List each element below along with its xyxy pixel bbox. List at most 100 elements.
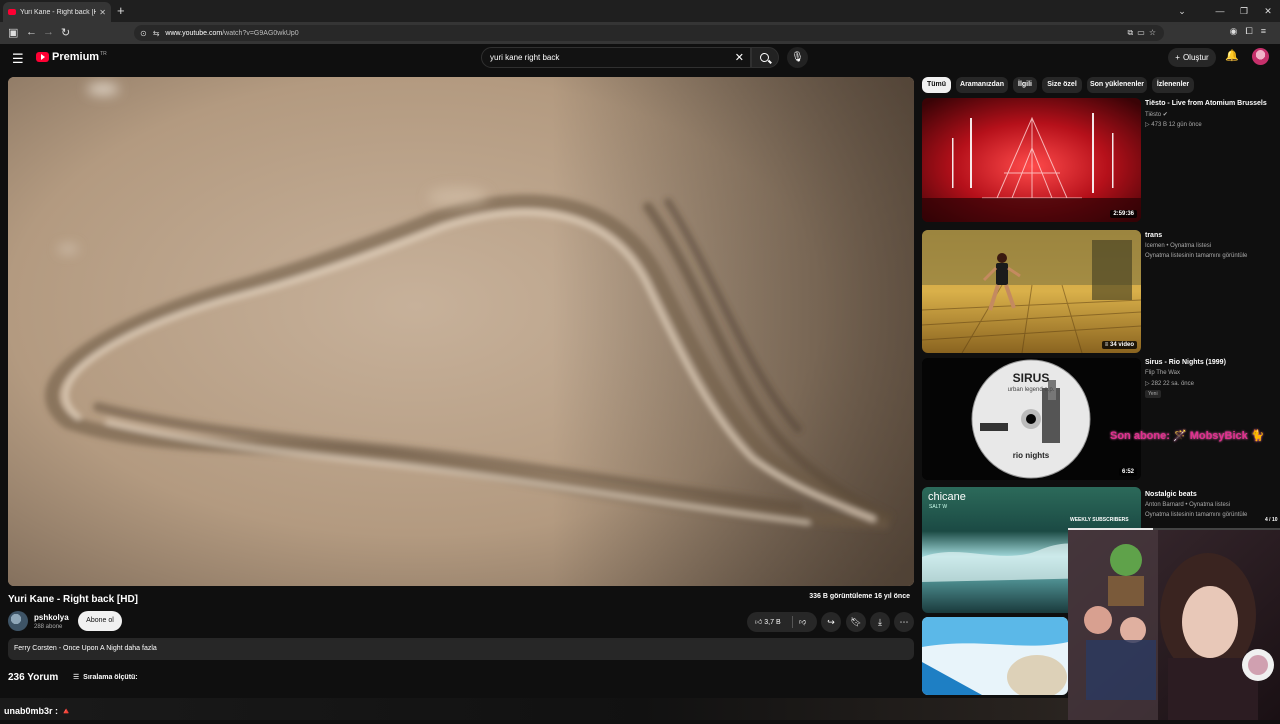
chip-for-you[interactable]: Size özel xyxy=(1042,77,1082,93)
rec-duration-3: 6:52 xyxy=(1118,468,1137,476)
rec-thumbnail-5[interactable] xyxy=(922,617,1068,695)
rec-channel-name-1: Tiësto xyxy=(1145,112,1162,118)
install-icon[interactable]: ⧉ xyxy=(1128,28,1138,37)
minimize-icon[interactable]: — xyxy=(1208,6,1232,16)
channel-name[interactable]: pshkolya xyxy=(34,613,69,622)
thumbnail-beach-image xyxy=(922,617,1068,695)
comments-count: 236 Yorum xyxy=(8,672,59,683)
chat-message: unab0mb3r : 🔺 xyxy=(4,706,72,716)
channel-avatar[interactable] xyxy=(8,611,28,631)
thumb-chicane-sub-text: SALT W xyxy=(929,504,947,510)
forward-icon[interactable]: → xyxy=(43,26,54,38)
tab-title: Yuri Kane - Right back [HD] - Yo xyxy=(20,8,97,16)
youtube-premium-logo[interactable]: Premium TR xyxy=(36,51,107,63)
stream-chat-overlay: unab0mb3r : 🔺 xyxy=(0,698,1070,720)
cast-icon[interactable]: ▭ xyxy=(1137,28,1149,37)
share-button[interactable]: ↪ xyxy=(821,612,841,632)
clear-search-icon[interactable]: ✕ xyxy=(735,51,744,64)
back-icon[interactable]: ← xyxy=(26,26,37,38)
more-actions-button[interactable]: ⋯ xyxy=(894,612,914,632)
account-avatar[interactable] xyxy=(1252,48,1269,65)
browser-extensions: ◉⧠≡ xyxy=(1230,26,1274,37)
rec-view-playlist-4[interactable]: Oynatma listesinin tamamını görüntüle xyxy=(1145,512,1247,518)
plus-icon: + xyxy=(1175,53,1180,62)
thumbs-up-icon: 👍︎ xyxy=(755,619,763,626)
bookmark-star-icon[interactable]: ☆ xyxy=(1149,28,1160,37)
hamburger-menu-icon[interactable]: ☰ xyxy=(12,51,24,67)
rec-view-playlist-2[interactable]: Oynatma listesinin tamamını görüntüle xyxy=(1145,253,1247,259)
window-close-icon[interactable]: ✕ xyxy=(1256,6,1280,17)
sidebar-toggle-icon[interactable]: ▣ xyxy=(8,26,18,39)
tab-search-chevron-icon[interactable]: ⌄ xyxy=(1170,6,1194,17)
chip-all[interactable]: Tümü xyxy=(922,77,951,93)
subscribe-button[interactable]: Abone ol xyxy=(78,611,122,631)
tab-close-icon[interactable]: ✕ xyxy=(99,8,106,17)
chip-recently-uploaded[interactable]: Son yüklenenler xyxy=(1087,77,1147,93)
video-views-date: 336 B görüntüleme 16 yıl önce xyxy=(809,593,910,600)
share-icon: ↪ xyxy=(827,617,835,627)
like-divider xyxy=(792,616,793,628)
rec-channel-3[interactable]: Flip The Wax xyxy=(1145,370,1180,376)
chip-from-search[interactable]: Aramanızdan xyxy=(956,77,1008,93)
browser-tab[interactable]: Yuri Kane - Right back [HD] - Yo ✕ xyxy=(3,2,111,22)
rec-thumbnail-3[interactable]: SIRUS urban legend e.p. rio nights 6:52 xyxy=(922,358,1141,480)
browser-toolbar: ▣ ← → ↻ ⊙ ⇆ www.youtube.com/watch?v=G9AG… xyxy=(0,22,1280,44)
video-player[interactable] xyxy=(8,77,914,586)
save-button[interactable]: 🔖︎ xyxy=(846,612,866,632)
verified-icon: ✔ xyxy=(1162,112,1168,118)
thumbs-down-icon: 👎︎ xyxy=(799,619,807,626)
rec-video-count-2: ≡ 34 video xyxy=(1101,341,1137,349)
rec-thumbnail-1[interactable]: 2:59:36 xyxy=(922,98,1141,222)
profile-icon[interactable]: ◉ xyxy=(1230,26,1246,36)
rec-title-1[interactable]: Tiësto - Live from Atomium Brussels xyxy=(1145,100,1267,107)
youtube-header: ☰ Premium TR yuri kane right back ✕ 🎙 + O… xyxy=(0,44,1280,72)
maximize-icon[interactable]: ❐ xyxy=(1232,6,1256,17)
new-tab-button[interactable]: + xyxy=(117,3,125,18)
thumb-chicane-logo-text: chicane xyxy=(928,491,966,503)
permissions-icon[interactable]: ⇆ xyxy=(153,29,160,38)
rec-title-4[interactable]: Nostalgic beats xyxy=(1145,491,1197,498)
download-icon: ⤓ xyxy=(878,617,882,627)
more-horizontal-icon: ⋯ xyxy=(899,617,909,627)
microphone-icon: 🎙 xyxy=(791,52,804,63)
cd-subtitle-text: urban legend e.p. xyxy=(1008,387,1055,393)
download-button[interactable]: ⤓ xyxy=(870,612,890,632)
create-label: Oluştur xyxy=(1182,53,1209,62)
description-text: Ferry Corsten - Once Upon A Night daha f… xyxy=(14,645,157,652)
voice-search-button[interactable]: 🎙 xyxy=(787,47,808,68)
extensions-icon[interactable]: ⧠ xyxy=(1246,26,1261,36)
video-frame-sand-heart xyxy=(8,77,914,586)
search-input[interactable]: yuri kane right back ✕ xyxy=(481,47,751,68)
url-path: /watch?v=G9AG0wkUp0 xyxy=(222,29,299,37)
playlist-icon: ≡ xyxy=(1104,342,1109,348)
sort-comments-button[interactable]: ☰ Sıralama ölçütü: xyxy=(73,673,138,681)
rec-channel-1[interactable]: Tiësto ✔ xyxy=(1145,111,1168,118)
rec-stats-3: ▷ 282 22 sa. önce xyxy=(1145,381,1194,387)
youtube-favicon-icon xyxy=(8,9,16,15)
notifications-bell-icon[interactable]: 🔔 xyxy=(1225,49,1239,62)
create-button[interactable]: + Oluştur xyxy=(1168,48,1216,67)
like-button[interactable]: 👍︎ 3,7 B xyxy=(755,617,781,626)
reload-icon[interactable]: ↻ xyxy=(61,26,70,39)
rec-stats-1: ▷ 473 B 12 gün önce xyxy=(1145,122,1202,128)
search-icon xyxy=(760,53,769,62)
chip-watched[interactable]: İzlenenler xyxy=(1152,77,1194,93)
description-box[interactable]: Ferry Corsten - Once Upon A Night daha f… xyxy=(8,638,914,660)
browser-menu-icon[interactable]: ≡ xyxy=(1261,26,1274,36)
rec-new-badge-3: Yeni xyxy=(1145,390,1161,398)
last-subscriber-overlay: Son abone: 🪄 MobsyBick 🐈 xyxy=(1110,430,1265,442)
cd-track-text: rio nights xyxy=(1013,451,1050,460)
rec-duration-1: 2:59:36 xyxy=(1110,210,1137,218)
youtube-play-logo-icon xyxy=(36,52,49,62)
site-info-icon[interactable]: ⊙ xyxy=(140,29,147,38)
rec-channel-2[interactable]: Icemen • Oynatma listesi xyxy=(1145,243,1211,249)
dislike-button[interactable]: 👎︎ xyxy=(799,617,806,626)
sort-icon: ☰ xyxy=(73,674,80,681)
rec-thumbnail-2[interactable]: ≡ 34 video xyxy=(922,230,1141,353)
url-bar[interactable]: ⊙ ⇆ www.youtube.com/watch?v=G9AG0wkUp0 ⧉… xyxy=(134,25,1164,41)
rec-channel-4[interactable]: Anton Barnard • Oynatma listesi xyxy=(1145,502,1230,508)
rec-title-3[interactable]: Sirus - Rio Nights (1999) xyxy=(1145,359,1226,366)
rec-title-2[interactable]: trans xyxy=(1145,232,1162,239)
search-button[interactable] xyxy=(751,47,779,68)
chip-related[interactable]: İlgili xyxy=(1013,77,1037,93)
